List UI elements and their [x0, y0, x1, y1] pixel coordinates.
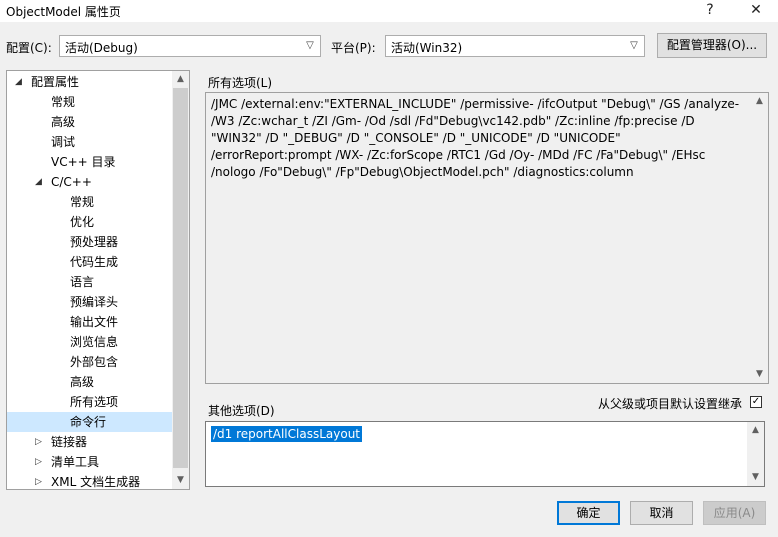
platform-dropdown[interactable]: 活动(Win32) ▽	[385, 35, 645, 57]
other-options-scrollbar[interactable]: ▲ ▼	[747, 422, 764, 486]
other-options-text: /d1 reportAllClassLayout	[211, 426, 362, 442]
expanded-icon[interactable]: ◢	[15, 72, 22, 92]
tree-item-label: 命令行	[70, 415, 107, 429]
scroll-up-icon[interactable]: ▲	[172, 71, 189, 88]
tree-item-label: 输出文件	[70, 315, 119, 329]
tree-scrollbar[interactable]: ▲ ▼	[172, 71, 189, 489]
config-dropdown[interactable]: 活动(Debug) ▽	[59, 35, 321, 57]
inherit-label: 从父级或项目默认设置继承	[598, 397, 743, 411]
all-options-label: 所有选项(L)	[208, 76, 273, 90]
tree-item-general[interactable]: 常规	[7, 92, 173, 112]
other-options-label: 其他选项(D)	[208, 404, 275, 418]
expanded-icon[interactable]: ◢	[35, 172, 42, 192]
all-options-scrollbar[interactable]: ▲ ▼	[751, 93, 768, 383]
tree-item-all-options[interactable]: 所有选项	[7, 392, 173, 412]
cancel-button[interactable]: 取消	[630, 501, 693, 525]
tree-item-output-files[interactable]: 输出文件	[7, 312, 173, 332]
tree-item-preprocessor[interactable]: 预处理器	[7, 232, 173, 252]
all-options-box[interactable]: /JMC /external:env:"EXTERNAL_INCLUDE" /p…	[205, 92, 769, 384]
tree-item-label: C/C++	[51, 175, 92, 189]
platform-label: 平台(P):	[331, 41, 376, 55]
other-options-input[interactable]: /d1 reportAllClassLayout ▲ ▼	[205, 421, 765, 487]
tree-item-label: 调试	[51, 135, 76, 149]
chevron-down-icon: ▽	[630, 40, 638, 51]
chevron-down-icon: ▽	[306, 40, 314, 51]
config-label: 配置(C):	[6, 41, 52, 55]
tree-item-code-generation[interactable]: 代码生成	[7, 252, 173, 272]
tree-item-browse-info[interactable]: 浏览信息	[7, 332, 173, 352]
tree-item-label: 浏览信息	[70, 335, 119, 349]
tree-item-label: 常规	[51, 95, 76, 109]
close-button[interactable]: ✕	[740, 0, 772, 22]
tree-item-label: 常规	[70, 195, 95, 209]
tree-item-label: 外部包含	[70, 355, 119, 369]
inherit-checkbox[interactable]: ✓	[750, 396, 762, 408]
tree-item-label: 链接器	[51, 435, 88, 449]
tree-item-label: 高级	[51, 115, 76, 129]
collapsed-icon[interactable]: ▷	[35, 432, 42, 452]
collapsed-icon[interactable]: ▷	[35, 452, 42, 472]
tree-item-advanced[interactable]: 高级	[7, 112, 173, 132]
apply-button[interactable]: 应用(A)	[703, 501, 766, 525]
tree-item-command-line[interactable]: 命令行	[7, 412, 173, 432]
scroll-down-icon[interactable]: ▼	[751, 366, 768, 383]
tree-item-label: 预编译头	[70, 295, 119, 309]
tree-item-label: 代码生成	[70, 255, 119, 269]
tree-item-cpp[interactable]: ◢ C/C++	[7, 172, 173, 192]
tree-item-xml-doc-generator[interactable]: ▷ XML 文档生成器	[7, 472, 173, 489]
tree-item-language[interactable]: 语言	[7, 272, 173, 292]
ok-button[interactable]: 确定	[557, 501, 620, 525]
help-button[interactable]: ?	[694, 0, 726, 22]
tree-item-debugging[interactable]: 调试	[7, 132, 173, 152]
tree-item-label: 清单工具	[51, 455, 100, 469]
tree-item-optimization[interactable]: 优化	[7, 212, 173, 232]
tree-item-precompiled-headers[interactable]: 预编译头	[7, 292, 173, 312]
platform-value: 活动(Win32)	[391, 41, 463, 55]
tree-item-label: 语言	[70, 275, 95, 289]
config-manager-button[interactable]: 配置管理器(O)...	[657, 33, 767, 58]
tree-item-label: 高级	[70, 375, 95, 389]
tree-item-manifest-tool[interactable]: ▷ 清单工具	[7, 452, 173, 472]
tree-item-cpp-general[interactable]: 常规	[7, 192, 173, 212]
scroll-down-icon[interactable]: ▼	[747, 469, 764, 486]
tree-item-linker[interactable]: ▷ 链接器	[7, 432, 173, 452]
all-options-text: /JMC /external:env:"EXTERNAL_INCLUDE" /p…	[211, 97, 740, 179]
scrollbar-thumb[interactable]	[173, 88, 188, 468]
config-value: 活动(Debug)	[65, 41, 138, 55]
tree-item-label: 优化	[70, 215, 95, 229]
tree-item-config-properties[interactable]: ◢ 配置属性	[7, 72, 173, 92]
collapsed-icon[interactable]: ▷	[35, 472, 42, 489]
scroll-up-icon[interactable]: ▲	[747, 422, 764, 439]
window-title: ObjectModel 属性页	[6, 5, 121, 19]
scroll-down-icon[interactable]: ▼	[172, 472, 189, 489]
property-tree[interactable]: ◢ 配置属性 常规 高级 调试 VC++ 目录 ◢ C/C++ 常规 优化 预处…	[6, 70, 190, 490]
tree-item-label: 配置属性	[31, 75, 80, 89]
tree-item-label: 预处理器	[70, 235, 119, 249]
tree-item-vc-directories[interactable]: VC++ 目录	[7, 152, 173, 172]
tree-item-cpp-advanced[interactable]: 高级	[7, 372, 173, 392]
tree-item-external-includes[interactable]: 外部包含	[7, 352, 173, 372]
tree-item-label: VC++ 目录	[51, 155, 116, 169]
tree-item-label: 所有选项	[70, 395, 119, 409]
scroll-up-icon[interactable]: ▲	[751, 93, 768, 110]
tree-item-label: XML 文档生成器	[51, 475, 141, 489]
